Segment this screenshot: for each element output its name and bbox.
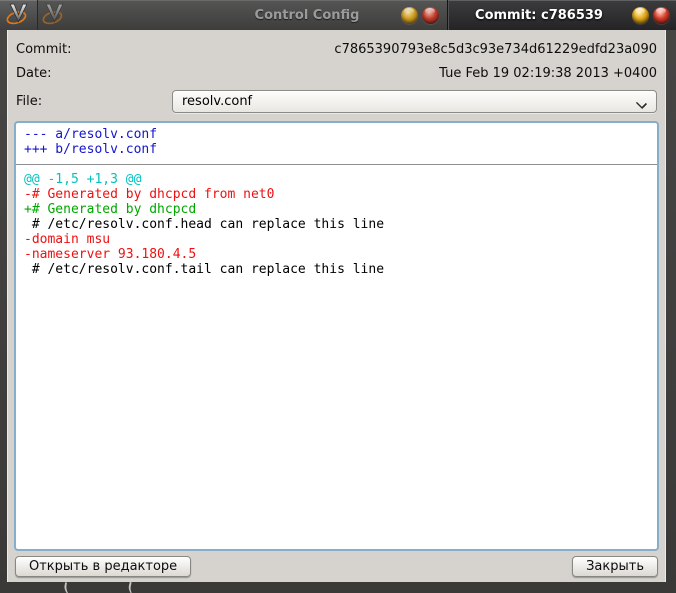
app-logo-icon xyxy=(42,1,67,30)
commit-row: Commit: c7865390793e8c5d3c93e734d61229ed… xyxy=(14,37,659,61)
titlebar-active-window[interactable]: Commit: c786539 xyxy=(448,0,676,30)
close-orb-icon[interactable] xyxy=(422,7,439,24)
open-in-editor-button[interactable]: Открыть в редакторе xyxy=(15,556,191,577)
file-row: File: resolv.conf xyxy=(14,89,659,113)
diff-line-removed: -domain msu xyxy=(24,232,649,247)
minimize-orb-icon[interactable] xyxy=(632,7,649,24)
app-logo-icon xyxy=(6,1,31,30)
chevron-down-icon xyxy=(637,99,646,108)
diff-line-header: --- a/resolv.conf xyxy=(24,127,649,142)
diff-line-removed: -nameserver 93.180.4.5 xyxy=(24,247,649,262)
diff-line-context: # /etc/resolv.conf.head can replace this… xyxy=(24,217,649,232)
commit-hash-value: c7865390793e8c5d3c93e734d61229edfd23a090 xyxy=(172,42,657,57)
diff-line-added: +# Generated by dhcpcd xyxy=(24,202,649,217)
commit-label: Commit: xyxy=(16,42,172,57)
date-label: Date: xyxy=(16,66,172,81)
titlebar-background-window[interactable]: Control Config xyxy=(38,0,448,30)
date-row: Date: Tue Feb 19 02:19:38 2013 +0400 xyxy=(14,61,659,85)
dialog-button-row: Открыть в редакторе Закрыть xyxy=(14,551,659,582)
diff-line-context: # /etc/resolv.conf.tail can replace this… xyxy=(24,262,649,277)
window-title: Commit: c786539 xyxy=(454,8,624,23)
diff-line-separator xyxy=(24,157,649,172)
file-label: File: xyxy=(16,94,172,109)
commit-dialog-body: Commit: c7865390793e8c5d3c93e734d61229ed… xyxy=(7,30,666,582)
file-select-value: resolv.conf xyxy=(182,94,252,109)
titlebar: Control Config Commit: c786539 xyxy=(0,0,676,30)
diff-line-removed: -# Generated by dhcpcd from net0 xyxy=(24,187,649,202)
date-value: Tue Feb 19 02:19:38 2013 +0400 xyxy=(172,66,657,81)
close-orb-icon[interactable] xyxy=(653,7,670,24)
app-tile[interactable] xyxy=(0,0,38,30)
background-window-title: Control Config xyxy=(73,8,391,23)
minimize-orb-icon[interactable] xyxy=(401,7,418,24)
diff-line-hunk: @@ -1,5 +1,3 @@ xyxy=(24,172,649,187)
file-select[interactable]: resolv.conf xyxy=(172,90,657,113)
screen: Control Config Commit: c786539 Commit: c… xyxy=(0,0,676,593)
diff-line-header: +++ b/resolv.conf xyxy=(24,142,649,157)
close-button[interactable]: Закрыть xyxy=(572,556,658,577)
diff-view[interactable]: --- a/resolv.conf+++ b/resolv.conf @@ -1… xyxy=(14,121,659,551)
background-curve-decoration xyxy=(127,582,142,593)
background-curve-decoration xyxy=(63,582,77,593)
